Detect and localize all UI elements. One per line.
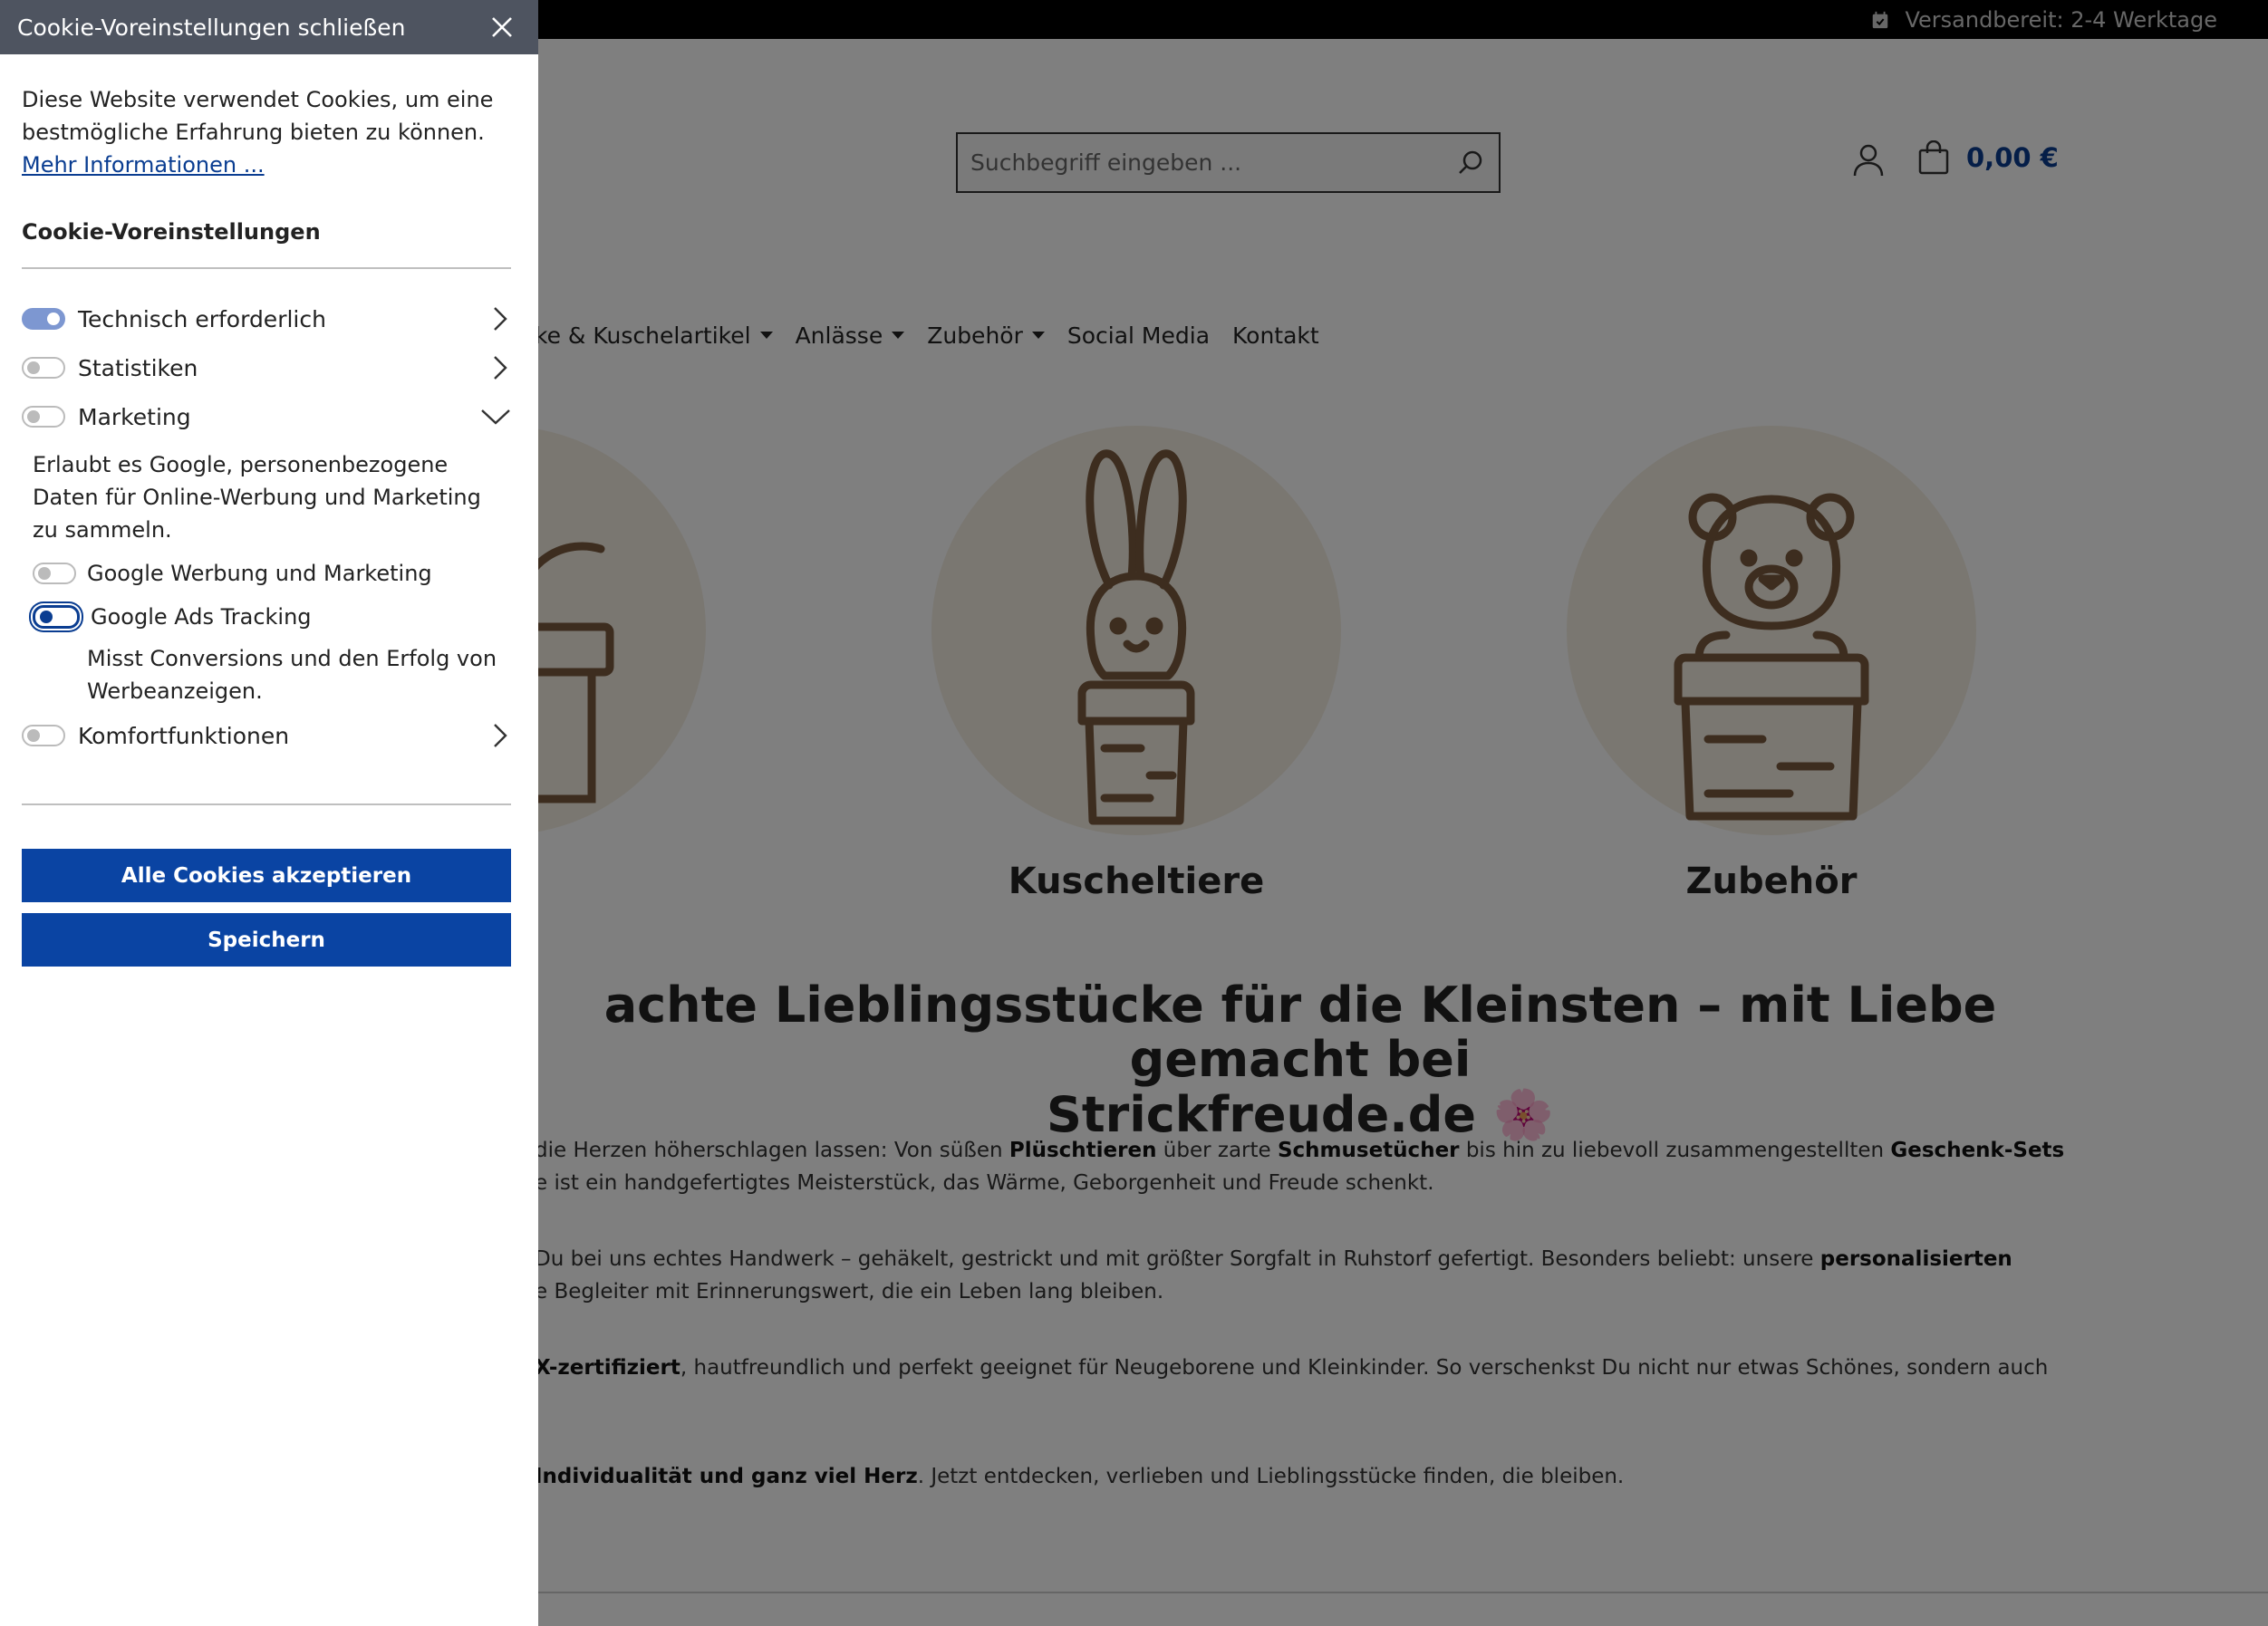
- chevron-down-icon[interactable]: [480, 407, 511, 427]
- cookie-group-marketing[interactable]: Marketing: [22, 392, 511, 441]
- chevron-right-icon[interactable]: [489, 354, 511, 381]
- statistics-toggle[interactable]: [22, 357, 65, 379]
- cookie-preferences-title: Cookie-Voreinstellungen: [22, 219, 321, 245]
- cookie-group-label: Statistiken: [78, 354, 198, 381]
- cookie-panel-body: Diese Website verwendet Cookies, um eine…: [0, 54, 538, 967]
- cookie-group-label: Komfortfunktionen: [78, 722, 290, 749]
- more-info-link[interactable]: Mehr Informationen ...: [22, 152, 265, 178]
- cookie-item-label: Google Ads Tracking: [91, 604, 312, 630]
- google-ads-tracking-description: Misst Conversions und den Erfolg von Wer…: [87, 646, 497, 704]
- comfort-toggle[interactable]: [22, 725, 65, 746]
- cookie-panel-header[interactable]: Cookie-Voreinstellungen schließen: [0, 0, 538, 54]
- cookie-preferences-panel: Cookie-Voreinstellungen schließen Diese …: [0, 0, 538, 1626]
- cookie-group-technical[interactable]: Technisch erforderlich: [22, 294, 511, 343]
- divider: [22, 267, 511, 269]
- cookie-intro-text: Diese Website verwendet Cookies, um eine…: [22, 87, 494, 145]
- cookie-panel-close-label[interactable]: Cookie-Voreinstellungen schließen: [17, 14, 405, 41]
- cookie-group-label: Marketing: [78, 403, 191, 430]
- save-preferences-button[interactable]: Speichern: [22, 913, 511, 967]
- chevron-right-icon[interactable]: [489, 305, 511, 332]
- divider: [22, 803, 511, 805]
- cookie-group-statistics[interactable]: Statistiken: [22, 343, 511, 392]
- cookie-group-comfort[interactable]: Komfortfunktionen: [22, 711, 511, 760]
- cookie-group-label: Technisch erforderlich: [78, 305, 326, 332]
- google-marketing-toggle[interactable]: [33, 563, 76, 584]
- close-icon[interactable]: [489, 14, 515, 40]
- google-ads-tracking-toggle[interactable]: [33, 605, 80, 629]
- cookie-item-label: Google Werbung und Marketing: [87, 561, 432, 586]
- chevron-right-icon[interactable]: [489, 722, 511, 749]
- cookie-item-google-ads-tracking[interactable]: Google Ads Tracking: [22, 595, 511, 639]
- marketing-toggle[interactable]: [22, 406, 65, 428]
- marketing-description: Erlaubt es Google, personenbezogene Date…: [33, 452, 481, 543]
- technical-toggle[interactable]: [22, 308, 65, 330]
- cookie-item-google-marketing[interactable]: Google Werbung und Marketing: [22, 552, 511, 595]
- accept-all-cookies-button[interactable]: Alle Cookies akzeptieren: [22, 849, 511, 902]
- cookie-intro: Diese Website verwendet Cookies, um eine…: [22, 83, 511, 181]
